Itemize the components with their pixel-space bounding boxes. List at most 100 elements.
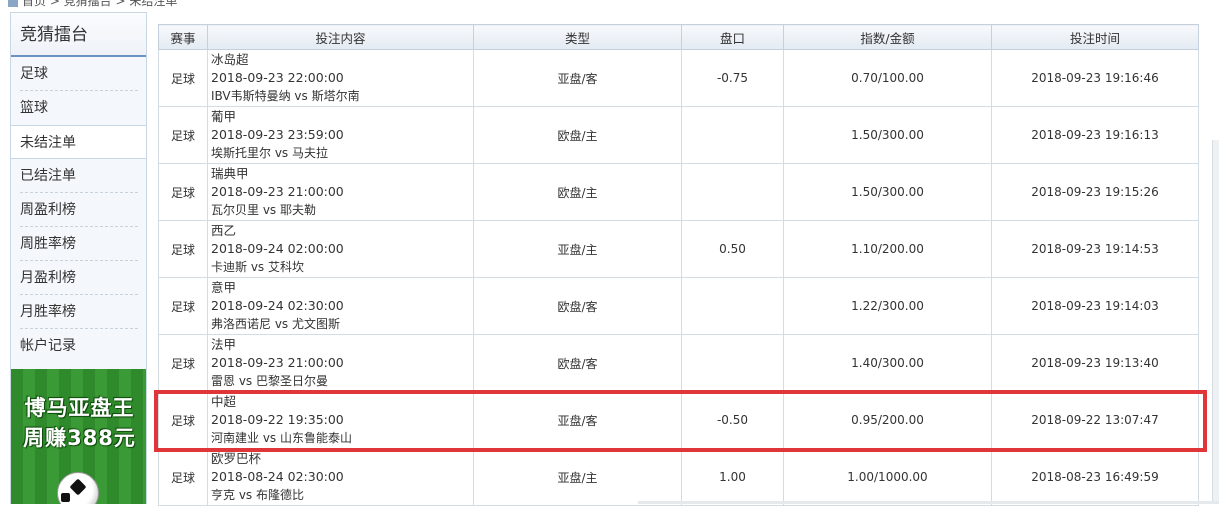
sidebar-item-week-winrate[interactable]: 周胜率榜 (11, 227, 146, 261)
cell-match-time: 2018-09-24 02:00:00 (211, 241, 344, 256)
cell-handicap (681, 106, 784, 164)
table-row: 足球 冰岛超 2018-09-23 22:00:00 IBV韦斯特曼纳 vs 斯塔尔南… (158, 49, 1199, 107)
table-row: 足球 中超 2018-09-22 19:35:00 河南建业 vs 山东鲁能泰山 亚盘/… (158, 391, 1199, 449)
cell-teams: 埃斯托里尔 vs 马夫拉 (211, 146, 328, 160)
header-odds-amount: 指数/金额 (783, 24, 992, 50)
cell-content: 瑞典甲 2018-09-23 21:00:00 瓦尔贝里 vs 耶夫勒 (207, 163, 474, 221)
cell-league: 葡甲 (211, 109, 237, 124)
cell-handicap: -0.75 (681, 49, 784, 107)
breadcrumb: 首页 > 竞猜擂台 > 未结注单 (8, 0, 177, 8)
promo-line1: 博马亚盘王 (24, 396, 135, 420)
promo-banner[interactable]: 博马亚盘王 周赚388元 (11, 369, 146, 504)
cell-handicap: 1.00 (681, 448, 784, 506)
cell-teams: 卡迪斯 vs 艾科坎 (211, 260, 304, 274)
cell-event: 足球 (158, 220, 208, 278)
cell-match-time: 2018-09-23 22:00:00 (211, 70, 344, 85)
sidebar-item-week-profit[interactable]: 周盈利榜 (11, 193, 146, 227)
bets-table-wrap: 赛事 投注内容 类型 盘口 指数/金额 投注时间 足球 冰岛超 2018-09-23… (158, 24, 1199, 506)
cell-bet-time: 2018-09-23 19:13:40 (991, 334, 1199, 392)
cell-event: 足球 (158, 277, 208, 335)
cell-teams: 瓦尔贝里 vs 耶夫勒 (211, 203, 316, 217)
cell-handicap (681, 163, 784, 221)
cell-odds-amount: 1.50/300.00 (783, 163, 992, 221)
promo-text: 博马亚盘王 周赚388元 (11, 393, 146, 453)
sidebar-item-football[interactable]: 足球 (11, 57, 146, 91)
cell-odds-amount: 1.00/1000.00 (783, 448, 992, 506)
cell-content: 意甲 2018-09-24 02:30:00 弗洛西诺尼 vs 尤文图斯 (207, 277, 474, 335)
cell-league: 冰岛超 (211, 52, 249, 67)
breadcrumb-bar: 首页 > 竞猜擂台 > 未结注单 (0, 0, 1219, 8)
cell-league: 法甲 (211, 337, 237, 352)
table-row: 足球 法甲 2018-09-23 21:00:00 雷恩 vs 巴黎圣日尔曼 欧盘/客 1… (158, 334, 1199, 392)
cell-handicap: -0.50 (681, 391, 784, 449)
table-row: 足球 瑞典甲 2018-09-23 21:00:00 瓦尔贝里 vs 耶夫勒 欧盘/主 1… (158, 163, 1199, 221)
cell-bet-time: 2018-09-23 19:15:26 (991, 163, 1199, 221)
sidebar-title: 竞猜擂台 (11, 13, 146, 57)
header-bet-time: 投注时间 (991, 24, 1199, 50)
sidebar-item-month-profit[interactable]: 月盈利榜 (11, 261, 146, 295)
cell-match-time: 2018-09-22 19:35:00 (211, 412, 344, 427)
cell-type: 欧盘/客 (473, 334, 682, 392)
cell-event: 足球 (158, 49, 208, 107)
cell-type: 亚盘/客 (473, 391, 682, 449)
cell-handicap (681, 334, 784, 392)
cell-bet-time: 2018-09-22 13:07:47 (991, 391, 1199, 449)
cell-league: 西乙 (211, 223, 237, 238)
table-row: 足球 西乙 2018-09-24 02:00:00 卡迪斯 vs 艾科坎 亚盘/主 0.5… (158, 220, 1199, 278)
cell-match-time: 2018-09-23 21:00:00 (211, 355, 344, 370)
cell-league: 瑞典甲 (211, 166, 249, 181)
cell-match-time: 2018-09-24 02:30:00 (211, 298, 344, 313)
cell-event: 足球 (158, 391, 208, 449)
table-row: 足球 葡甲 2018-09-23 23:59:00 埃斯托里尔 vs 马夫拉 欧盘/主 1… (158, 106, 1199, 164)
cell-match-time: 2018-09-23 23:59:00 (211, 127, 344, 142)
header-content: 投注内容 (207, 24, 474, 50)
cell-content: 法甲 2018-09-23 21:00:00 雷恩 vs 巴黎圣日尔曼 (207, 334, 474, 392)
cell-league: 中超 (211, 394, 237, 409)
scrollbar[interactable] (1212, 140, 1219, 504)
sidebar-item-basketball[interactable]: 篮球 (11, 91, 146, 125)
cell-handicap (681, 277, 784, 335)
cell-odds-amount: 1.22/300.00 (783, 277, 992, 335)
cell-content: 葡甲 2018-09-23 23:59:00 埃斯托里尔 vs 马夫拉 (207, 106, 474, 164)
header-handicap: 盘口 (681, 24, 784, 50)
sidebar-item-account-log[interactable]: 帐户记录 (11, 329, 146, 363)
cell-bet-time: 2018-09-23 19:14:53 (991, 220, 1199, 278)
cell-bet-time: 2018-09-23 19:16:46 (991, 49, 1199, 107)
breadcrumb-text[interactable]: 首页 > 竞猜擂台 > 未结注单 (22, 0, 177, 8)
header-type: 类型 (473, 24, 682, 50)
cell-odds-amount: 1.10/200.00 (783, 220, 992, 278)
home-icon[interactable] (8, 0, 18, 7)
cell-event: 足球 (158, 448, 208, 506)
cell-bet-time: 2018-09-23 19:14:03 (991, 277, 1199, 335)
cell-event: 足球 (158, 334, 208, 392)
cell-type: 欧盘/主 (473, 163, 682, 221)
table-row: 足球 意甲 2018-09-24 02:30:00 弗洛西诺尼 vs 尤文图斯 欧盘/客… (158, 277, 1199, 335)
cell-handicap: 0.50 (681, 220, 784, 278)
cell-league: 意甲 (211, 280, 237, 295)
cell-event: 足球 (158, 106, 208, 164)
sidebar-item-unsettled[interactable]: 未结注单 (11, 125, 146, 159)
cell-type: 亚盘/客 (473, 49, 682, 107)
bets-table: 赛事 投注内容 类型 盘口 指数/金额 投注时间 足球 冰岛超 2018-09-23… (158, 24, 1199, 506)
cell-odds-amount: 0.70/100.00 (783, 49, 992, 107)
header-event: 赛事 (158, 24, 208, 50)
table-header-row: 赛事 投注内容 类型 盘口 指数/金额 投注时间 (158, 24, 1199, 50)
cell-teams: 亨克 vs 布隆德比 (211, 488, 304, 502)
cell-event: 足球 (158, 163, 208, 221)
table-row: 足球 欧罗巴杯 2018-08-24 02:30:00 亨克 vs 布隆德比 亚盘/主 1… (158, 448, 1199, 506)
football-icon (57, 472, 99, 504)
cell-teams: 雷恩 vs 巴黎圣日尔曼 (211, 374, 328, 388)
sidebar-item-settled[interactable]: 已结注单 (11, 159, 146, 193)
cell-type: 亚盘/主 (473, 448, 682, 506)
cell-bet-time: 2018-09-23 19:16:13 (991, 106, 1199, 164)
cell-odds-amount: 0.95/200.00 (783, 391, 992, 449)
cell-content: 西乙 2018-09-24 02:00:00 卡迪斯 vs 艾科坎 (207, 220, 474, 278)
cell-content: 欧罗巴杯 2018-08-24 02:30:00 亨克 vs 布隆德比 (207, 448, 474, 506)
cell-league: 欧罗巴杯 (211, 451, 262, 466)
sidebar-item-month-winrate[interactable]: 月胜率榜 (11, 295, 146, 329)
cell-match-time: 2018-08-24 02:30:00 (211, 469, 344, 484)
promo-line2: 周赚388元 (23, 426, 136, 450)
cell-match-time: 2018-09-23 21:00:00 (211, 184, 344, 199)
cell-content: 中超 2018-09-22 19:35:00 河南建业 vs 山东鲁能泰山 (207, 391, 474, 449)
cell-type: 欧盘/主 (473, 106, 682, 164)
